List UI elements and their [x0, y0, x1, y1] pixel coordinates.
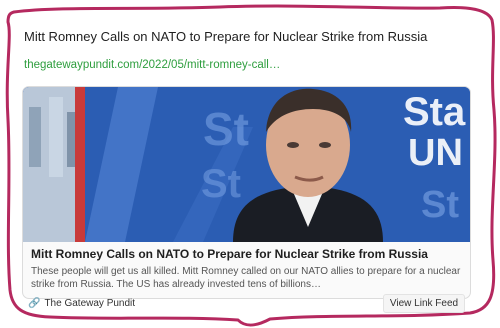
svg-text:St: St — [421, 184, 459, 226]
svg-text:St: St — [203, 103, 249, 155]
source-attribution[interactable]: 🔗 The Gateway Pundit — [28, 298, 135, 309]
link-icon: 🔗 — [28, 298, 41, 309]
card-title[interactable]: Mitt Romney Calls on NATO to Prepare for… — [31, 247, 428, 261]
link-preview-card[interactable]: St Sta UN St St Mitt Romney Calls on NAT… — [22, 86, 471, 299]
view-link-feed-button[interactable]: View Link Feed — [383, 294, 465, 313]
thumbnail-scene: St Sta UN St St — [23, 87, 470, 242]
preview-thumbnail[interactable]: St Sta UN St St — [23, 87, 470, 242]
source-name: The Gateway Pundit — [44, 298, 136, 309]
thumb-text-2: UN — [408, 132, 463, 174]
card-description: These people will get us all killed. Mit… — [31, 266, 461, 290]
thumb-text-1: Sta — [403, 90, 466, 134]
svg-text:St: St — [201, 162, 241, 206]
post-title: Mitt Romney Calls on NATO to Prepare for… — [24, 29, 428, 44]
post-link[interactable]: thegatewaypundit.com/2022/05/mitt-romney… — [24, 59, 280, 71]
